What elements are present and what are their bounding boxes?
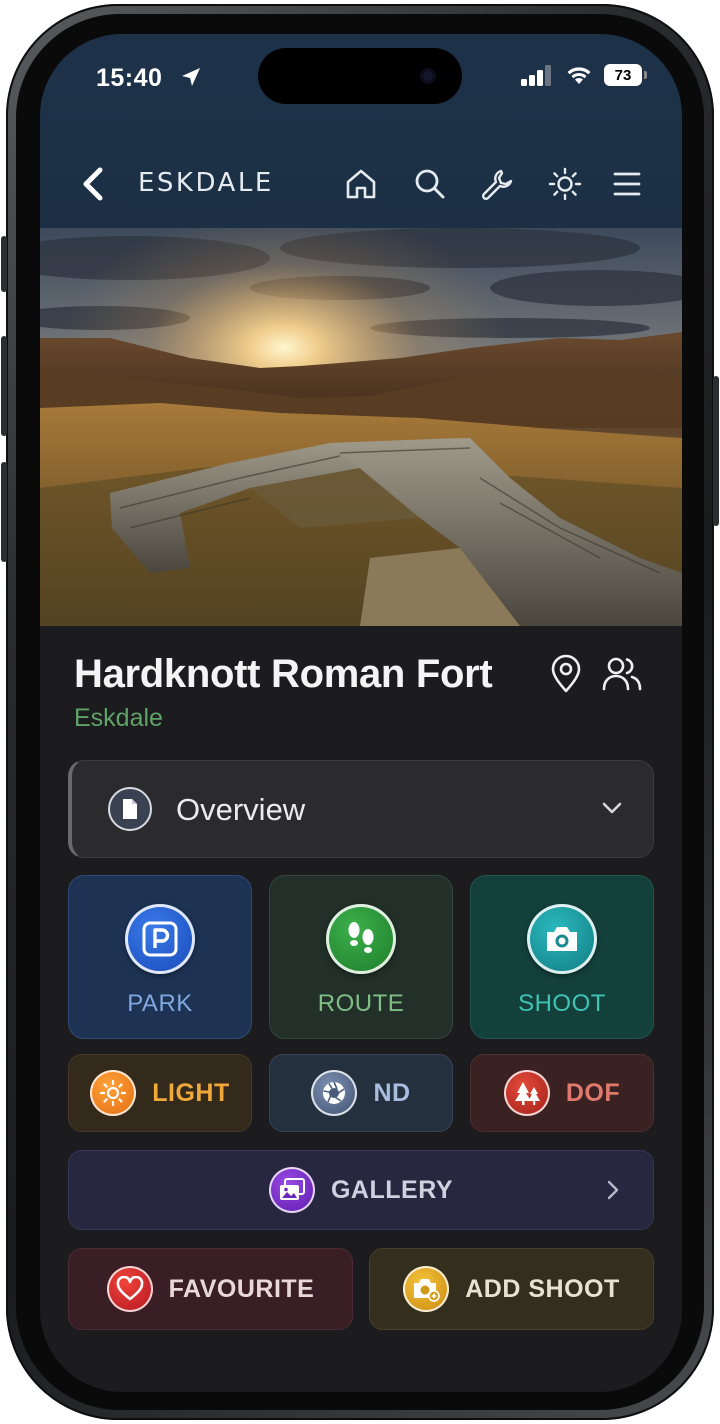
back-chevron-icon (83, 167, 103, 201)
camera-icon (527, 904, 597, 974)
place-subtitle: Eskdale (74, 704, 163, 732)
menu-icon (613, 172, 641, 196)
shoot-label: SHOOT (518, 990, 606, 1017)
search-button[interactable] (410, 164, 450, 204)
nav-bar: ESKDALE (40, 154, 682, 214)
theme-button[interactable] (545, 164, 585, 204)
favourite-button[interactable]: FAVOURITE (68, 1248, 353, 1330)
add-shoot-button[interactable]: ADD SHOOT (369, 1248, 654, 1330)
chevron-down-icon (602, 802, 622, 814)
chevron-right-icon (607, 1180, 619, 1200)
volume-down-button (1, 462, 7, 562)
sun-icon (548, 167, 582, 201)
nd-label: ND (373, 1078, 411, 1107)
visitors-button[interactable] (600, 652, 644, 696)
hero-photo (40, 228, 682, 626)
landscape-illustration (40, 228, 682, 626)
document-icon (108, 787, 152, 831)
add-shoot-label: ADD SHOOT (465, 1274, 620, 1303)
gallery-button[interactable]: GALLERY (68, 1150, 654, 1230)
trees-icon (503, 1070, 550, 1116)
power-button (713, 376, 719, 526)
gallery-label: GALLERY (330, 1175, 454, 1204)
back-button[interactable] (82, 164, 112, 204)
favourite-label: FAVOURITE (168, 1274, 315, 1303)
route-label: ROUTE (317, 990, 405, 1017)
park-tile[interactable]: PARK (68, 875, 252, 1039)
battery-indicator: 73 (604, 64, 647, 86)
home-icon (346, 169, 376, 199)
screen: 15:40 73 ESKDALE Hardknott Roman Fort Es… (40, 34, 682, 1392)
place-title: Hardknott Roman Fort (74, 652, 493, 696)
front-camera (420, 68, 436, 84)
route-tile[interactable]: ROUTE (269, 875, 453, 1039)
location-pin-button[interactable] (544, 652, 588, 696)
park-label: PARK (127, 990, 193, 1017)
search-icon (415, 169, 445, 199)
dof-button[interactable]: DOF (470, 1054, 654, 1132)
heart-icon (106, 1266, 153, 1312)
parking-icon (125, 904, 195, 974)
wrench-icon (481, 169, 513, 201)
action-button (1, 236, 7, 292)
header: 15:40 73 ESKDALE (40, 34, 682, 228)
status-time: 15:40 (96, 64, 163, 92)
location-arrow-icon (182, 68, 200, 86)
photos-icon (268, 1167, 315, 1213)
tools-button[interactable] (477, 164, 517, 204)
shoot-tile[interactable]: SHOOT (470, 875, 654, 1039)
dynamic-island (258, 48, 462, 104)
home-button[interactable] (341, 164, 381, 204)
footsteps-icon (326, 904, 396, 974)
status-icons: 73 (520, 64, 647, 86)
dof-label: DOF (565, 1078, 621, 1107)
light-button[interactable]: LIGHT (68, 1054, 252, 1132)
light-label: LIGHT (152, 1078, 230, 1107)
nav-title: ESKDALE (138, 168, 274, 198)
volume-up-button (1, 336, 7, 436)
location-pin-icon (551, 654, 581, 693)
overview-dropdown[interactable]: Overview (68, 760, 654, 858)
light-sun-icon (90, 1070, 137, 1116)
wifi-icon (567, 67, 591, 84)
people-icon (602, 657, 642, 691)
cellular-signal-icon (521, 65, 551, 86)
nd-button[interactable]: ND (269, 1054, 453, 1132)
menu-button[interactable] (607, 164, 647, 204)
overview-label: Overview (176, 792, 306, 827)
aperture-icon (311, 1070, 358, 1116)
add-camera-icon (403, 1266, 450, 1312)
